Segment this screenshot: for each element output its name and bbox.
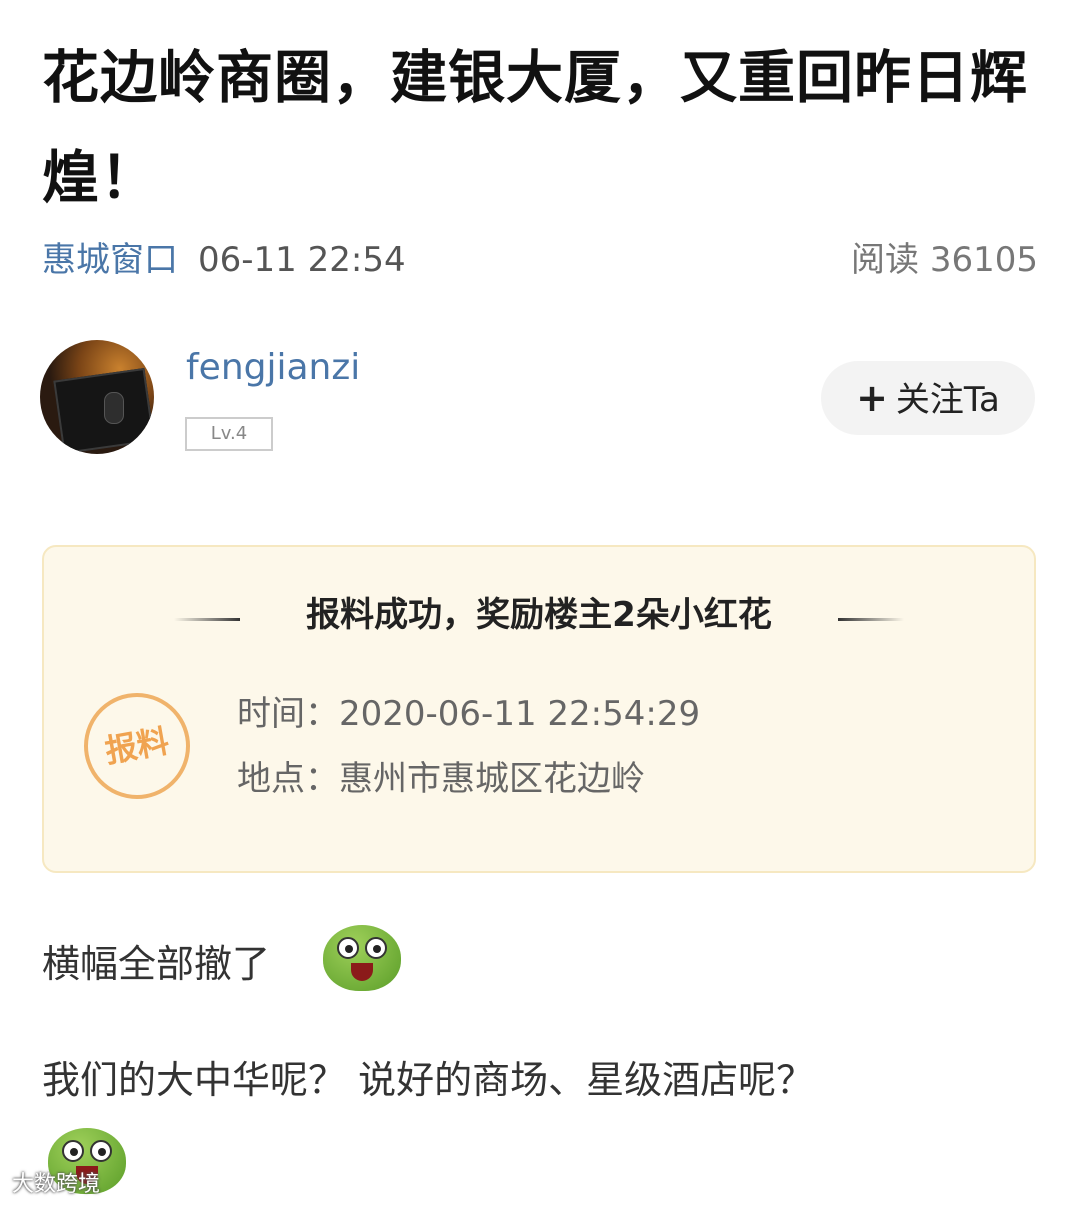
body-paragraph-2: 我们的大中华呢？ 说好的商场、星级酒店呢？	[42, 1058, 815, 1102]
report-heading: 报料成功，奖励楼主2朵小红花	[306, 595, 772, 635]
report-time-row: 时间：2020-06-11 22:54:29	[237, 690, 700, 738]
report-card: 报料成功，奖励楼主2朵小红花 报料 时间：2020-06-11 22:54:29…	[42, 545, 1036, 873]
source-link[interactable]: 惠城窗口	[42, 240, 178, 280]
read-count: 阅读 36105	[851, 240, 1038, 280]
follow-label: 关注Ta	[895, 380, 1000, 420]
report-stamp-icon: 报料	[75, 684, 199, 808]
publish-time: 06-11 22:54	[198, 240, 406, 280]
author-avatar[interactable]	[40, 340, 154, 454]
report-place-value: 惠州市惠城区花边岭	[339, 759, 645, 799]
follow-button[interactable]: + 关注Ta	[821, 361, 1035, 435]
plus-icon: +	[856, 376, 888, 420]
article-title: 花边岭商圈，建银大厦，又重回昨日辉煌！	[42, 45, 1028, 211]
mouse-image	[104, 392, 124, 424]
level-badge: Lv.4	[185, 417, 273, 451]
body-paragraph-1: 横幅全部撤了	[42, 942, 271, 986]
green-frog-emoji-icon	[323, 925, 401, 991]
report-time-value: 2020-06-11 22:54:29	[339, 694, 701, 734]
report-place-label: 地点：	[237, 759, 339, 799]
watermark-logo: 大数跨境	[12, 1172, 101, 1197]
heading-divider-right	[838, 618, 904, 621]
report-place-row: 地点：惠州市惠城区花边岭	[237, 755, 645, 803]
article-meta: 惠城窗口 06-11 22:54 阅读 36105	[42, 236, 1038, 284]
author-name[interactable]: fengjianzi	[186, 344, 360, 392]
report-time-label: 时间：	[237, 694, 339, 734]
